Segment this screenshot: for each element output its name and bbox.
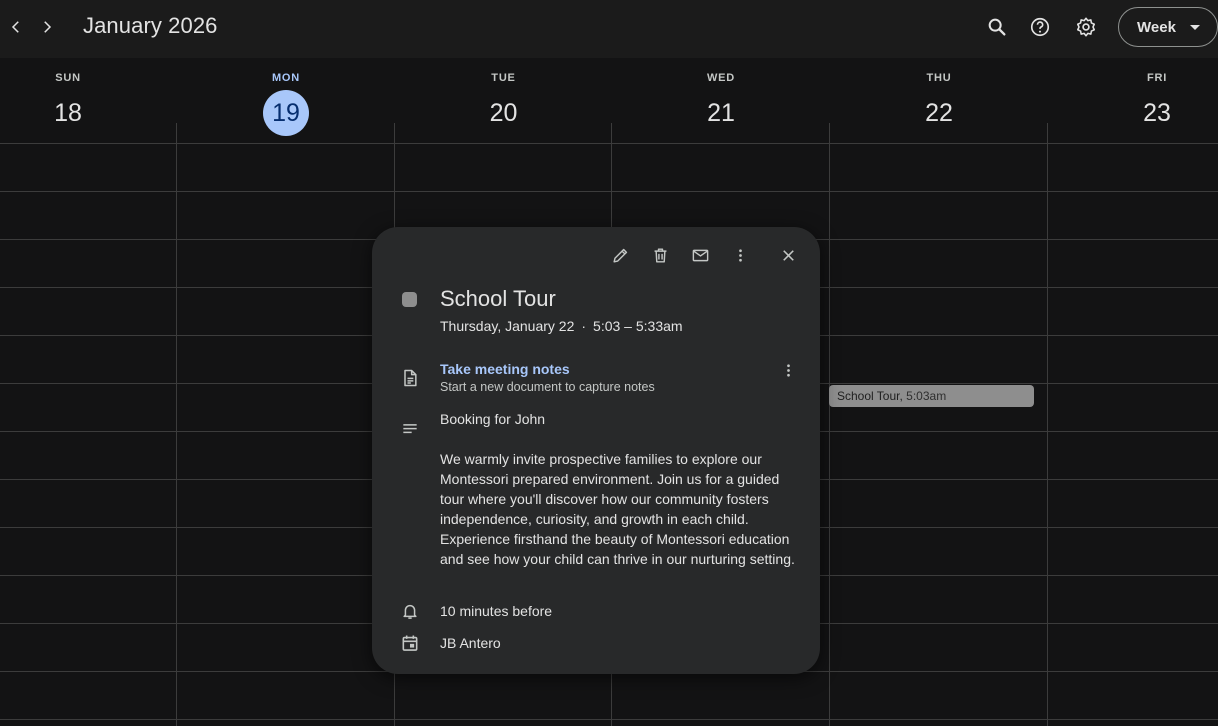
event-chip-time: 5:03am [902,389,947,403]
event-date: Thursday, January 22 [440,318,575,334]
next-week-button[interactable] [31,11,63,43]
help-button[interactable] [1024,11,1056,43]
day-header-mon[interactable]: MON 19 [177,58,395,144]
description-body: We warmly invite prospective families to… [440,451,795,567]
close-popup-button[interactable] [773,240,803,270]
view-label: Week [1137,18,1176,36]
day-divider [176,123,177,726]
event-chip-title: School Tour, [837,389,903,403]
more-vert-icon [786,363,790,377]
chevron-right-icon [44,21,52,33]
day-divider [1047,123,1048,726]
event-color-swatch [402,292,417,307]
event-datetime: Thursday, January 22 · 5:03 – 5:33am [440,318,683,334]
delete-event-button[interactable] [645,240,675,270]
pencil-icon [612,248,627,263]
day-number[interactable]: 21 [698,90,744,136]
more-options-button[interactable] [725,240,755,270]
day-name: THU [926,72,952,84]
hour-line [0,719,1218,720]
event-title: School Tour [440,286,556,311]
day-name: WED [706,72,736,84]
day-name: TUE [491,72,516,84]
month-title: January 2026 [83,13,218,38]
take-meeting-notes-link[interactable]: Take meeting notes [440,361,570,377]
notes-subtitle: Start a new document to capture notes [440,380,655,394]
caret-down-icon [1189,24,1200,30]
day-number[interactable]: 18 [45,90,91,136]
day-name: FRI [1146,72,1168,84]
day-header-fri[interactable]: FRI 23 [1048,58,1218,144]
event-details-popup: School Tour Thursday, January 22 · 5:03 – … [372,227,820,674]
event-time: 5:03 – 5:33am [593,318,683,334]
day-name: MON [271,72,301,84]
calendar-owner: JB Antero [440,635,501,651]
day-header-thu[interactable]: THU 22 [830,58,1048,144]
day-number[interactable]: 22 [916,90,962,136]
prev-week-button[interactable] [0,11,32,43]
notes-more-button[interactable] [773,355,803,385]
close-icon [782,249,794,261]
day-header-tue[interactable]: TUE 20 [395,58,612,144]
chevron-left-icon [11,21,19,33]
trash-icon [654,247,666,263]
day-number[interactable]: 20 [481,90,527,136]
edit-event-button[interactable] [605,240,635,270]
reminder-text: 10 minutes before [440,603,553,619]
day-name: SUN [55,72,81,84]
gear-icon [1076,17,1096,37]
description-first-line: Booking for John [440,411,546,427]
description-icon [398,417,422,441]
hour-line [0,143,1218,144]
document-icon [398,366,422,390]
day-number[interactable]: 23 [1134,90,1180,136]
search-icon [988,18,1006,36]
search-button[interactable] [981,11,1013,43]
bell-icon [398,599,422,623]
day-number-today[interactable]: 19 [263,90,309,136]
settings-button[interactable] [1070,11,1102,43]
view-switcher-button[interactable]: Week [1118,7,1218,47]
day-header-wed[interactable]: WED 21 [612,58,830,144]
more-vert-icon [738,248,742,262]
top-bar: January 2026 Week [0,0,1218,58]
calendar-icon [398,631,422,655]
separator-dot: · [581,318,587,334]
email-guests-button[interactable] [685,240,715,270]
mail-icon [692,249,708,261]
hour-line [0,191,1218,192]
day-header-sun[interactable]: SUN 18 [0,58,136,144]
event-chip-school-tour[interactable]: School Tour, 5:03am [829,385,1034,407]
day-divider [829,123,830,726]
help-icon [1030,17,1050,37]
